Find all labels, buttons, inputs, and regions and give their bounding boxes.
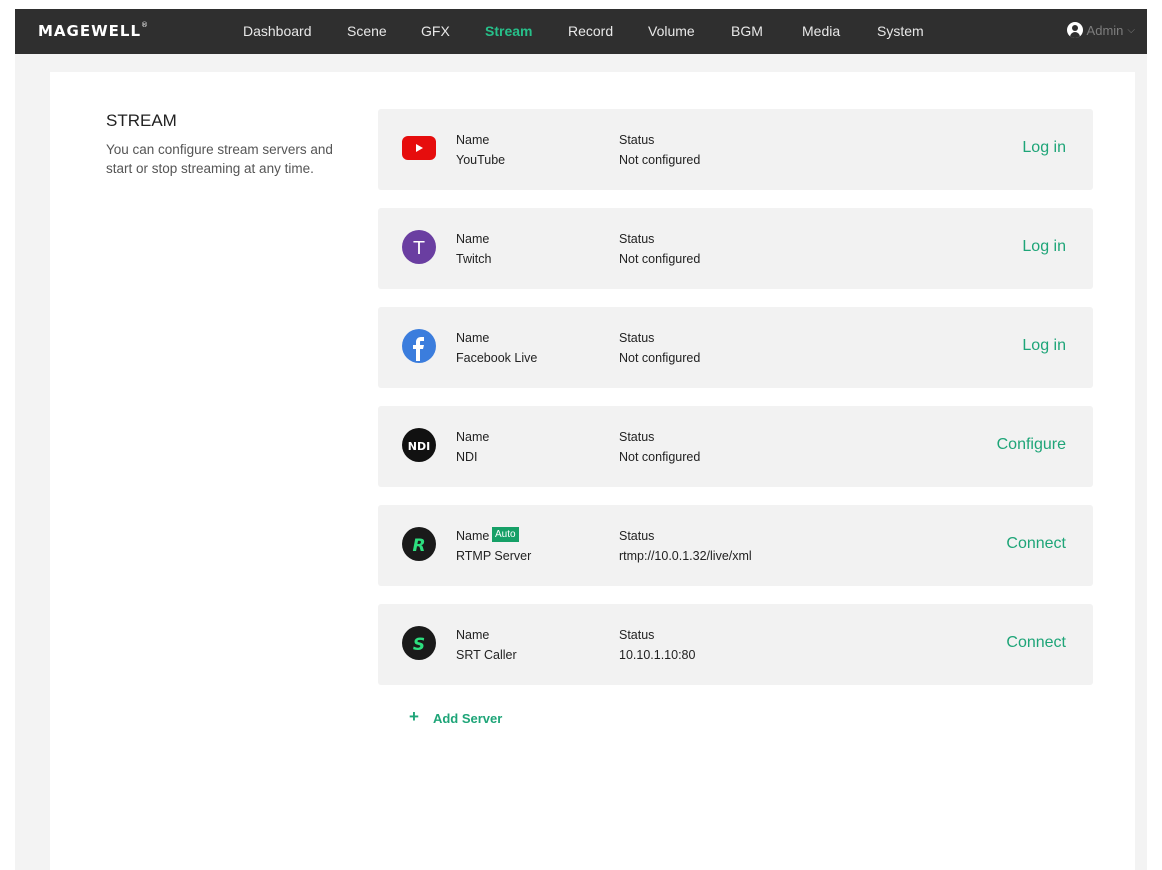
logo-registered-mark: ® [141, 21, 150, 29]
top-navbar: MAGEWELL® Dashboard Scene GFX Stream Rec… [15, 9, 1147, 54]
server-status: Not configured [619, 153, 701, 167]
status-label: Status [619, 133, 655, 147]
nav-item-volume[interactable]: Volume [648, 23, 695, 39]
chevron-down-icon: ⌵ [1127, 24, 1135, 36]
magewell-logo[interactable]: MAGEWELL® [38, 21, 150, 40]
auto-badge: Auto [492, 527, 519, 542]
status-label: Status [619, 232, 655, 246]
server-name: SRT Caller [456, 648, 517, 662]
server-status: Not configured [619, 351, 701, 365]
logo-text: MAGEWELL [38, 22, 142, 40]
page-background-left [15, 54, 50, 870]
server-card-ndi: NDI Name NDI Status Not configured Confi… [378, 406, 1093, 487]
nav-item-gfx[interactable]: GFX [421, 23, 450, 39]
page-background-top [15, 54, 1147, 72]
server-name: Twitch [456, 252, 492, 266]
nav-item-dashboard[interactable]: Dashboard [243, 23, 312, 39]
connect-button[interactable]: Connect [1006, 535, 1066, 553]
name-label: Name [456, 133, 490, 147]
youtube-icon [402, 131, 436, 165]
server-status: 10.10.1.10:80 [619, 648, 696, 662]
page-title: STREAM [106, 111, 177, 130]
login-button[interactable]: Log in [1022, 337, 1066, 355]
user-name: Admin [1086, 22, 1124, 38]
name-label: Name [456, 232, 490, 246]
svg-text:R: R [412, 536, 425, 556]
server-card-facebook: Name Facebook Live Status Not configured… [378, 307, 1093, 388]
page-description: You can configure stream servers and sta… [106, 142, 333, 176]
server-name: Facebook Live [456, 351, 538, 365]
login-button[interactable]: Log in [1022, 139, 1066, 157]
nav-item-media[interactable]: Media [802, 23, 840, 39]
server-card-rtmp: R Name Auto RTMP Server Status rtmp://10… [378, 505, 1093, 586]
svg-text:S: S [413, 635, 425, 655]
server-status: Not configured [619, 252, 701, 266]
name-label: Name [456, 628, 490, 642]
server-status: rtmp://10.0.1.32/live/xml [619, 549, 752, 563]
add-server-button[interactable]: + Add Server [409, 707, 503, 728]
nav-item-record[interactable]: Record [568, 23, 613, 39]
add-server-label: Add Server [432, 710, 503, 726]
page-background-right [1135, 54, 1147, 870]
facebook-icon [402, 329, 436, 363]
twitch-icon: T [402, 230, 436, 264]
server-card-srt: S Name SRT Caller Status 10.10.1.10:80 C… [378, 604, 1093, 685]
svg-text:T: T [413, 238, 426, 259]
svg-text:NDI: NDI [408, 440, 430, 453]
ndi-icon: NDI [402, 428, 436, 462]
status-label: Status [619, 529, 655, 543]
login-button[interactable]: Log in [1022, 238, 1066, 256]
plus-icon: + [409, 707, 419, 726]
nav-item-bgm[interactable]: BGM [731, 23, 763, 39]
nav-item-scene[interactable]: Scene [347, 23, 387, 39]
nav-item-stream[interactable]: Stream [485, 23, 532, 39]
name-label: Name [456, 529, 490, 543]
user-icon [1066, 22, 1083, 38]
user-menu[interactable]: Admin ⌵ [1066, 22, 1135, 38]
configure-button[interactable]: Configure [997, 436, 1066, 454]
status-label: Status [619, 331, 655, 345]
server-card-youtube: Name YouTube Status Not configured Log i… [378, 109, 1093, 190]
server-name: NDI [456, 450, 478, 464]
rtmp-icon: R [402, 527, 436, 561]
server-card-twitch: T Name Twitch Status Not configured Log … [378, 208, 1093, 289]
server-name: RTMP Server [456, 549, 532, 563]
connect-button[interactable]: Connect [1006, 634, 1066, 652]
status-label: Status [619, 430, 655, 444]
server-status: Not configured [619, 450, 701, 464]
srt-icon: S [402, 626, 436, 660]
status-label: Status [619, 628, 655, 642]
nav-item-system[interactable]: System [877, 23, 924, 39]
name-label: Name [456, 430, 490, 444]
server-name: YouTube [456, 153, 506, 167]
name-label: Name [456, 331, 490, 345]
